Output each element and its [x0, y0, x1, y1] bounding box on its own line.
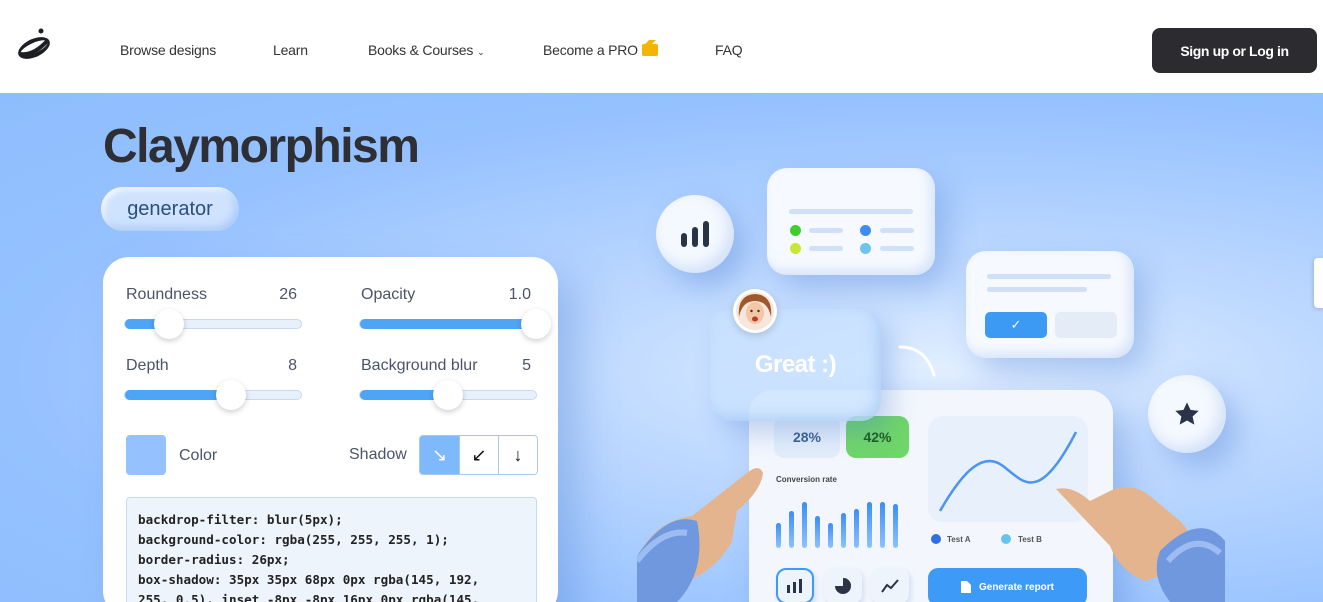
roundness-label: Roundness: [126, 286, 207, 303]
document-icon: [960, 581, 971, 593]
legend-card: [767, 168, 935, 275]
color-label: Color: [179, 447, 218, 464]
conversion-bar: [828, 523, 833, 548]
pie-chart-icon: [835, 578, 851, 594]
code-line: background-color: rgba(255, 255, 255, 1)…: [138, 532, 449, 547]
roundness-value: 26: [279, 286, 297, 303]
crown-icon: [641, 40, 658, 56]
percent-pill-b: 42%: [846, 416, 909, 458]
conversion-bar: [815, 516, 820, 548]
line-chart-icon: [881, 579, 899, 593]
roundness-slider[interactable]: [124, 309, 302, 339]
great-bubble: Great :): [710, 309, 881, 421]
conversion-bar: [854, 509, 859, 548]
depth-slider[interactable]: [124, 380, 302, 410]
depth-slider-fill: [125, 390, 231, 400]
code-line: backdrop-filter: blur(5px);: [138, 512, 343, 527]
depth-value: 8: [288, 357, 297, 374]
chevron-down-icon: ⌄: [477, 47, 485, 57]
test-b-label: Test B: [1018, 535, 1042, 544]
bar-chart-icon: [681, 221, 709, 247]
check-button[interactable]: ✓: [985, 312, 1047, 338]
side-feedback-tab[interactable]: [1314, 258, 1323, 308]
hero-section: Claymorphism generator Roundness 26 Opac…: [0, 93, 1323, 602]
top-nav: Browse designs Learn Books & Courses ⌄ Be…: [0, 0, 1323, 93]
opacity-slider[interactable]: [359, 309, 551, 339]
generator-panel: Roundness 26 Opacity 1.0 Depth 8 Backgro…: [103, 257, 558, 602]
bar-chart-circle: [656, 195, 734, 273]
opacity-label: Opacity: [361, 286, 416, 303]
right-hand-icon: [1056, 487, 1225, 602]
generate-report-label: Generate report: [978, 581, 1055, 593]
nav-books-courses[interactable]: Books & Courses ⌄: [368, 42, 485, 58]
conversion-bars: [776, 502, 908, 548]
code-line: border-radius: 26px;: [138, 552, 290, 567]
conversion-bar: [880, 502, 885, 548]
form-card: ✓: [966, 251, 1134, 358]
opacity-slider-fill: [360, 319, 536, 329]
nav-books-courses-label: Books & Courses: [368, 42, 474, 58]
generator-badge: generator: [101, 187, 239, 231]
logo-icon[interactable]: [14, 26, 54, 66]
conversion-rate-label: Conversion rate: [776, 475, 837, 484]
conversion-bar: [841, 513, 846, 548]
conversion-bar: [893, 504, 898, 548]
opacity-slider-thumb[interactable]: [521, 309, 551, 339]
shadow-label: Shadow: [349, 446, 407, 463]
background-blur-value: 5: [522, 357, 531, 374]
shadow-bottom-left-button[interactable]: ↙: [459, 436, 498, 474]
left-hand-icon: [637, 468, 763, 602]
empty-button[interactable]: [1055, 312, 1117, 338]
conversion-bar: [776, 523, 781, 548]
nav-learn[interactable]: Learn: [273, 42, 308, 58]
avatar: [733, 289, 777, 333]
nav-become-pro[interactable]: Become a PRO: [543, 40, 658, 58]
nav-browse-designs[interactable]: Browse designs: [120, 42, 216, 58]
background-blur-label: Background blur: [361, 357, 478, 374]
line-view-button[interactable]: [871, 568, 909, 602]
nav-become-pro-label: Become a PRO: [543, 42, 638, 58]
signup-button[interactable]: Sign up or Log in: [1152, 28, 1317, 73]
code-line: box-shadow: 35px 35px 68px 0px rgba(145,…: [138, 572, 480, 587]
avatar-face-icon: [736, 292, 774, 330]
conversion-bar: [802, 502, 807, 548]
star-circle: [1148, 375, 1226, 453]
shadow-direction-group: ↘ ↙ ↓: [419, 435, 538, 475]
test-a-label: Test A: [947, 535, 971, 544]
nav-faq[interactable]: FAQ: [715, 42, 743, 58]
depth-slider-thumb[interactable]: [215, 380, 246, 410]
shadow-bottom-right-button[interactable]: ↘: [420, 436, 459, 474]
code-line: 255, 0.5), inset -8px -8px 16px 0px rgba…: [138, 592, 480, 602]
conversion-bar: [867, 502, 872, 548]
background-blur-slider[interactable]: [359, 380, 537, 410]
depth-label: Depth: [126, 357, 169, 374]
pie-view-button[interactable]: [824, 568, 862, 602]
color-swatch[interactable]: [126, 435, 166, 475]
arc-decoration-icon: [898, 345, 936, 377]
roundness-slider-thumb[interactable]: [154, 309, 184, 339]
bar-chart-small-icon: [787, 579, 802, 593]
css-code-block[interactable]: backdrop-filter: blur(5px); background-co…: [126, 497, 537, 602]
check-icon: ✓: [1010, 317, 1022, 332]
percent-pill-a: 28%: [774, 416, 840, 458]
bar-view-button[interactable]: [776, 568, 814, 602]
background-blur-slider-thumb[interactable]: [433, 380, 463, 410]
star-icon: [1175, 402, 1199, 425]
page-title: Claymorphism: [103, 120, 420, 173]
shadow-bottom-button[interactable]: ↓: [498, 436, 537, 474]
opacity-value: 1.0: [508, 286, 531, 303]
conversion-bar: [789, 511, 794, 548]
